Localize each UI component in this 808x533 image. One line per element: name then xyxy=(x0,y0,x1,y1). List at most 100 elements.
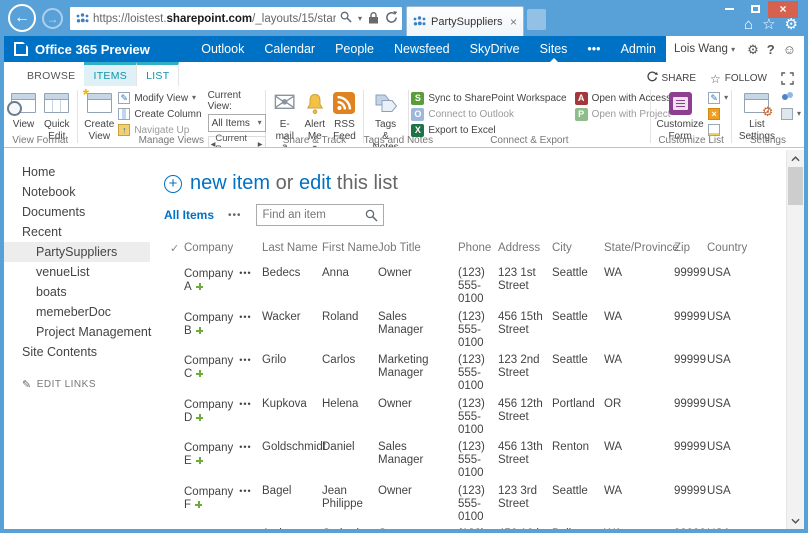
settings-gear-icon[interactable]: ⚙ xyxy=(747,43,759,56)
column-header-zip[interactable]: Zip xyxy=(674,242,707,254)
tab-list[interactable]: LIST xyxy=(136,62,179,86)
city-cell: Seattle xyxy=(552,485,604,498)
ribbon-group-manage-views: Create View ✎Modify View▾ Create Column … xyxy=(77,86,265,147)
row-menu-ellipsis[interactable]: ••• xyxy=(239,399,251,409)
row-menu-ellipsis[interactable]: ••• xyxy=(239,312,251,322)
column-header-country[interactable]: Country xyxy=(707,242,757,254)
workflow-settings-button[interactable]: ▾ xyxy=(781,106,801,122)
suitebar-link-skydrive[interactable]: SkyDrive xyxy=(460,36,530,62)
refresh-icon[interactable] xyxy=(385,11,398,27)
suitebar-link-outlook[interactable]: Outlook xyxy=(191,36,254,62)
suitebar-link-newsfeed[interactable]: Newsfeed xyxy=(384,36,460,62)
scrollbar-thumb[interactable] xyxy=(788,167,803,205)
window-maximize-button[interactable] xyxy=(742,1,768,18)
edit-links-button[interactable]: ✎ EDIT LINKS xyxy=(4,378,164,391)
sync-workspace-button[interactable]: SSync to SharePoint Workspace xyxy=(411,90,566,106)
column-header-last-name[interactable]: Last Name xyxy=(262,242,322,254)
sidebar-item-documents[interactable]: Documents xyxy=(4,202,164,222)
scroll-up-button[interactable] xyxy=(787,150,804,167)
sidebar-item-boats[interactable]: boats xyxy=(4,282,164,302)
suitebar-link-sites[interactable]: Sites xyxy=(530,36,578,62)
column-header-address[interactable]: Address xyxy=(498,242,552,254)
column-header-company[interactable]: Company xyxy=(184,242,262,254)
home-icon[interactable]: ⌂ xyxy=(744,17,753,32)
company-cell[interactable]: Company••• A xyxy=(184,267,262,294)
tab-close-icon[interactable]: × xyxy=(510,16,517,28)
url-text[interactable]: https://loistest.sharepoint.com/_layouts… xyxy=(93,13,336,25)
company-cell[interactable]: Company••• E xyxy=(184,441,262,468)
search-icon[interactable] xyxy=(340,11,352,26)
shared-with-button[interactable] xyxy=(781,90,801,106)
view-button[interactable]: View xyxy=(7,88,40,132)
office365-brand[interactable]: Office 365 Preview xyxy=(4,42,150,57)
sidebar-item-memeberdoc[interactable]: memeberDoc xyxy=(4,302,164,322)
user-menu[interactable]: Lois Wang ▾ xyxy=(674,43,735,55)
window-minimize-button[interactable] xyxy=(716,1,742,18)
company-cell[interactable]: Company••• B xyxy=(184,311,262,338)
table-row[interactable]: Company••• B Wacker Roland Sales Manager… xyxy=(164,308,786,352)
all-items-view-link[interactable]: All Items xyxy=(164,208,214,222)
table-row[interactable]: Company••• F Bagel Jean Philippe Owner (… xyxy=(164,482,786,526)
new-item-link[interactable]: new item xyxy=(190,172,270,194)
address-bar[interactable]: https://loistest.sharepoint.com/_layouts… xyxy=(70,7,402,30)
column-header-first-name[interactable]: First Name xyxy=(322,242,378,254)
suitebar-link-admin[interactable]: Admin xyxy=(611,36,666,62)
new-item-plus-icon[interactable]: + xyxy=(164,175,182,193)
select-all-icon[interactable]: ✓ xyxy=(164,242,184,255)
remove-customization-button[interactable]: × xyxy=(708,106,728,122)
modify-view-button[interactable]: ✎Modify View▾ xyxy=(118,90,201,106)
table-row[interactable]: Company••• E Goldschmidt Daniel Sales Ma… xyxy=(164,438,786,482)
table-row[interactable]: Company••• C Grilo Carlos Marketing Mana… xyxy=(164,351,786,395)
view-more-ellipsis[interactable]: ••• xyxy=(228,210,242,221)
sidebar-item-project-management[interactable]: Project Management xyxy=(4,322,164,342)
suitebar-link-calendar[interactable]: Calendar xyxy=(254,36,325,62)
browser-settings-gear-icon[interactable]: ⚙ xyxy=(785,17,798,32)
table-row[interactable]: Company••• D Kupkova Helena Owner (123) … xyxy=(164,395,786,439)
current-view-dropdown[interactable]: All Items▾ xyxy=(208,114,266,132)
find-item-searchbox[interactable] xyxy=(256,204,384,226)
search-magnifier-icon[interactable] xyxy=(365,209,378,225)
row-menu-ellipsis[interactable]: ••• xyxy=(239,442,251,452)
company-cell[interactable]: Company••• D xyxy=(184,398,262,425)
suitebar-link-people[interactable]: People xyxy=(325,36,384,62)
feedback-smiley-icon[interactable]: ☺ xyxy=(783,43,796,56)
focus-mode-button[interactable] xyxy=(781,72,794,85)
create-column-button[interactable]: Create Column xyxy=(118,106,201,122)
edit-list-link[interactable]: edit xyxy=(299,172,331,194)
table-row[interactable]: Company••• A Bedecs Anna Owner (123) 555… xyxy=(164,264,786,308)
sidebar-item-site-contents[interactable]: Site Contents xyxy=(4,342,164,362)
browser-tab[interactable]: PartySuppliers - All I... × xyxy=(406,6,524,36)
suitebar-more-ellipsis[interactable]: ••• xyxy=(577,36,610,62)
tab-items[interactable]: ITEMS xyxy=(84,62,136,86)
row-menu-ellipsis[interactable]: ••• xyxy=(239,355,251,365)
sidebar-item-venuelist[interactable]: venueList xyxy=(4,262,164,282)
row-menu-ellipsis[interactable]: ••• xyxy=(239,486,251,496)
column-header-state[interactable]: State/Province xyxy=(604,242,674,254)
sidebar-item-home[interactable]: Home xyxy=(4,162,164,182)
sidebar-item-recent[interactable]: Recent xyxy=(4,222,164,242)
focus-icon xyxy=(781,72,794,85)
vertical-scrollbar[interactable] xyxy=(786,150,804,529)
sidebar-item-notebook[interactable]: Notebook xyxy=(4,182,164,202)
list-view-content: + new item or edit this list All Items •… xyxy=(164,150,786,529)
tab-browse[interactable]: BROWSE xyxy=(18,65,84,86)
sidebar-item-partysuppliers[interactable]: PartySuppliers xyxy=(4,242,150,262)
share-button[interactable]: SHARE xyxy=(646,71,696,86)
window-close-button[interactable]: × xyxy=(768,1,798,18)
follow-button[interactable]: ☆ FOLLOW xyxy=(710,72,767,86)
column-header-city[interactable]: City xyxy=(552,242,604,254)
column-header-phone[interactable]: Phone xyxy=(458,242,498,254)
edit-list-button[interactable]: ✎▾ xyxy=(708,90,728,106)
column-header-job-title[interactable]: Job Title xyxy=(378,242,458,254)
row-menu-ellipsis[interactable]: ••• xyxy=(239,268,251,278)
browser-forward-button[interactable]: → xyxy=(42,8,63,29)
help-icon[interactable]: ? xyxy=(767,43,775,56)
bell-icon xyxy=(305,92,325,115)
company-cell[interactable]: Company••• F xyxy=(184,485,262,512)
company-cell[interactable]: Company••• C xyxy=(184,354,262,381)
favorites-star-icon[interactable]: ☆ xyxy=(762,17,775,32)
address-dropdown-icon[interactable]: ▾ xyxy=(358,15,362,23)
scroll-down-button[interactable] xyxy=(787,512,804,529)
browser-back-button[interactable]: ← xyxy=(8,4,36,32)
new-tab-button[interactable] xyxy=(527,9,546,30)
